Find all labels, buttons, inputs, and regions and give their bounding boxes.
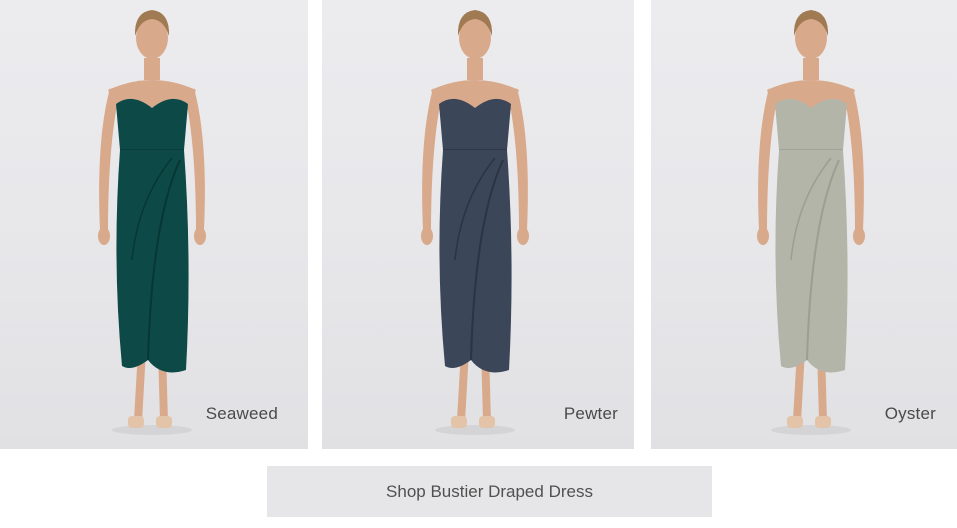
floor-shadow bbox=[771, 425, 851, 435]
left-hand bbox=[757, 227, 769, 245]
right-shoe bbox=[479, 416, 495, 428]
product-card-oyster[interactable]: Oyster bbox=[651, 0, 957, 449]
right-arm bbox=[509, 88, 528, 232]
right-hand bbox=[853, 227, 865, 245]
right-hand bbox=[194, 227, 206, 245]
product-card-seaweed[interactable]: Seaweed bbox=[0, 0, 308, 449]
left-shoe bbox=[128, 416, 144, 428]
floor-shadow bbox=[112, 425, 192, 435]
left-arm bbox=[99, 88, 118, 232]
left-shoe bbox=[451, 416, 467, 428]
left-shoe bbox=[787, 416, 803, 428]
left-hand bbox=[421, 227, 433, 245]
dress-skirt bbox=[439, 150, 512, 373]
neck bbox=[467, 58, 483, 80]
floor-shadow bbox=[435, 425, 515, 435]
dress-skirt bbox=[775, 150, 848, 373]
right-shoe bbox=[815, 416, 831, 428]
right-arm bbox=[845, 88, 864, 232]
colour-name-label: Pewter bbox=[563, 404, 618, 423]
colour-name-label: Oyster bbox=[884, 404, 936, 423]
model-image-seaweed[interactable] bbox=[0, 0, 308, 449]
left-hand bbox=[98, 227, 110, 245]
neck bbox=[144, 58, 160, 80]
colour-name-label: Seaweed bbox=[205, 404, 278, 423]
left-arm bbox=[422, 88, 441, 232]
product-card-pewter[interactable]: Pewter bbox=[322, 0, 634, 449]
right-arm bbox=[186, 88, 205, 232]
right-hand bbox=[517, 227, 529, 245]
shop-dress-button[interactable]: Shop Bustier Draped Dress bbox=[267, 466, 712, 517]
model-image-pewter[interactable] bbox=[322, 0, 634, 449]
left-arm bbox=[758, 88, 777, 232]
model-image-oyster[interactable] bbox=[651, 0, 957, 449]
dress-skirt bbox=[116, 150, 189, 373]
neck bbox=[803, 58, 819, 80]
right-shoe bbox=[156, 416, 172, 428]
